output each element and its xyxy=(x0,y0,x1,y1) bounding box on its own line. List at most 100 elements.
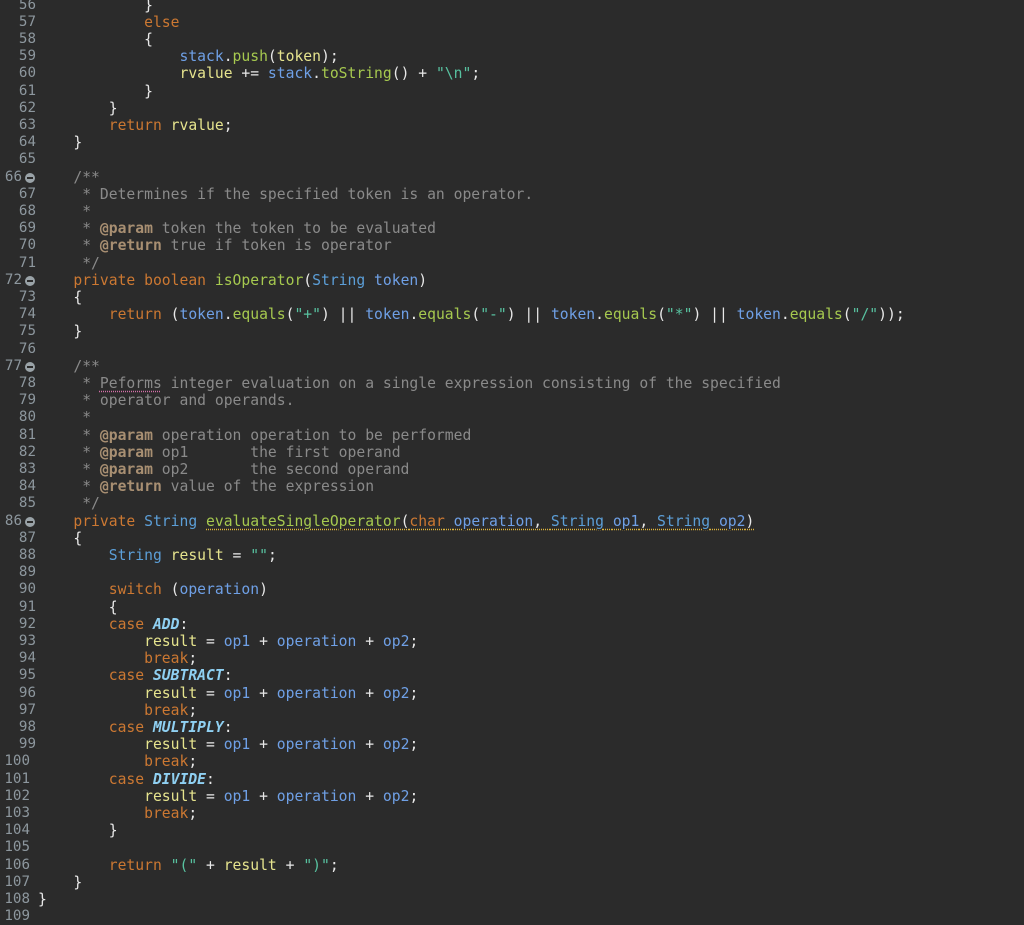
code-line[interactable]: 99 result = op1 + operation + op2; xyxy=(0,736,1024,753)
token-loc: rvalue xyxy=(170,116,224,134)
line-number: 63 xyxy=(18,116,36,133)
code-line[interactable]: 94 break; xyxy=(0,650,1024,667)
code-line[interactable]: 78 * Peforms integer evaluation on a sin… xyxy=(0,375,1024,392)
fold-collapse-icon[interactable] xyxy=(25,516,35,527)
token-pl: ; xyxy=(409,684,419,702)
token-cm: integer evaluation on a single expressio… xyxy=(161,374,781,392)
code-line[interactable]: 86 private String evaluateSingleOperator… xyxy=(0,513,1024,530)
code-line[interactable]: 58 { xyxy=(0,31,1024,48)
fold-collapse-icon[interactable] xyxy=(25,361,35,372)
code-line[interactable]: 91 { xyxy=(0,599,1024,616)
code-line[interactable]: 57 else xyxy=(0,14,1024,31)
code-line[interactable]: 68 * xyxy=(0,203,1024,220)
token-cm: op1 the first operand xyxy=(152,443,401,461)
fold-collapse-icon[interactable] xyxy=(25,275,35,286)
code-editor[interactable]: 56 } 57 else 58 {59 stack.push(token); 60 r… xyxy=(0,0,1024,924)
code-line[interactable]: 104 } xyxy=(0,822,1024,839)
line-number: 71 xyxy=(18,254,36,271)
token-mth: equals xyxy=(604,306,658,324)
code-line[interactable]: 59 stack.push(token); xyxy=(0,48,1024,65)
token-pl: = xyxy=(223,546,251,564)
code-line[interactable]: 93 result = op1 + operation + op2; xyxy=(0,633,1024,650)
code-line[interactable]: 77 /** xyxy=(0,358,1024,375)
token-cm: op2 the second operand xyxy=(152,460,410,478)
line-number: 86 xyxy=(4,512,22,529)
code-line[interactable]: 71 */ xyxy=(0,255,1024,272)
code-text: private boolean isOperator(String token) xyxy=(38,272,427,289)
code-line[interactable]: 105 xyxy=(0,839,1024,856)
code-line[interactable]: 76 xyxy=(0,341,1024,358)
token-pl: . xyxy=(780,306,790,324)
code-line[interactable]: 79 * operator and operands. xyxy=(0,392,1024,409)
token-kw: private xyxy=(73,512,145,530)
code-line[interactable]: 56 } xyxy=(0,0,1024,14)
code-line[interactable]: 102 result = op1 + operation + op2; xyxy=(0,788,1024,805)
token-pl: { xyxy=(73,288,83,306)
code-text: return (token.equals("+") || token.equal… xyxy=(38,306,905,323)
code-line[interactable]: 103 break; xyxy=(0,805,1024,822)
code-line[interactable]: 62 } xyxy=(0,100,1024,117)
code-line[interactable]: 106 return "(" + result + ")"; xyxy=(0,857,1024,874)
code-line[interactable]: 92 case ADD: xyxy=(0,616,1024,633)
code-line[interactable]: 66 /** xyxy=(0,169,1024,186)
code-line[interactable]: 107 } xyxy=(0,874,1024,891)
line-number: 84 xyxy=(18,478,36,495)
token-cm: /** xyxy=(73,168,100,186)
code-line[interactable]: 63 return rvalue; xyxy=(0,117,1024,134)
code-line[interactable]: 80 * xyxy=(0,409,1024,426)
code-line[interactable]: 64 } xyxy=(0,134,1024,151)
code-text: rvalue += stack.toString() + "\n"; xyxy=(38,65,480,82)
code-line[interactable]: 89 xyxy=(0,564,1024,581)
token-pl: : xyxy=(223,667,233,685)
token-str: "/" xyxy=(851,306,879,324)
line-number: 93 xyxy=(18,632,36,649)
token-str: "-" xyxy=(480,306,507,324)
token-fld: operation xyxy=(276,632,357,650)
code-line[interactable]: 85 */ xyxy=(0,495,1024,512)
code-text: } xyxy=(38,874,82,891)
code-line[interactable]: 75 } xyxy=(0,323,1024,340)
token-pl: } xyxy=(144,0,153,14)
token-mth: equals xyxy=(232,306,286,324)
token-tag: @return xyxy=(99,478,162,496)
line-number: 80 xyxy=(18,409,36,426)
token-fld: operation xyxy=(179,581,260,599)
code-line[interactable]: 88 String result = ""; xyxy=(0,547,1024,564)
fold-collapse-icon[interactable] xyxy=(25,172,35,183)
line-number: 82 xyxy=(18,443,36,460)
code-line[interactable]: 108} xyxy=(0,891,1024,908)
line-number: 83 xyxy=(18,460,36,477)
code-line[interactable]: 95 case SUBTRACT: xyxy=(0,667,1024,684)
code-line[interactable]: 84 * @return value of the expression xyxy=(0,478,1024,495)
code-line[interactable]: 101 case DIVIDE: xyxy=(0,771,1024,788)
code-line[interactable]: 100 break; xyxy=(0,753,1024,770)
token-pl: ; xyxy=(223,116,233,134)
code-line[interactable]: 70 * @return true if token is operator xyxy=(0,237,1024,254)
code-line[interactable]: 97 break; xyxy=(0,702,1024,719)
code-line[interactable]: 61 } xyxy=(0,83,1024,100)
code-line[interactable]: 81 * @param operation operation to be pe… xyxy=(0,427,1024,444)
code-line[interactable]: 65 xyxy=(0,151,1024,168)
code-line[interactable]: 83 * @param op2 the second operand xyxy=(0,461,1024,478)
code-line[interactable]: 109 xyxy=(0,908,1024,925)
code-line[interactable]: 69 * @param token the token to be evalua… xyxy=(0,220,1024,237)
code-line[interactable]: 98 case MULTIPLY: xyxy=(0,719,1024,736)
token-pl: } xyxy=(108,822,118,840)
code-line[interactable]: 90 switch (operation) xyxy=(0,581,1024,598)
token-fld: op2 xyxy=(718,512,746,530)
token-pl: ( xyxy=(842,306,852,324)
code-line[interactable]: 73 { xyxy=(0,289,1024,306)
token-pl: () + xyxy=(391,65,436,83)
code-line[interactable]: 96 result = op1 + operation + op2; xyxy=(0,685,1024,702)
line-number: 101 xyxy=(4,770,30,787)
code-line[interactable]: 60 rvalue += stack.toString() + "\n"; xyxy=(0,65,1024,82)
token-fld: token xyxy=(550,306,596,324)
code-line[interactable]: 82 * @param op1 the first operand xyxy=(0,444,1024,461)
code-line[interactable]: 87 { xyxy=(0,530,1024,547)
token-str: "*" xyxy=(665,306,693,324)
code-line[interactable]: 74 return (token.equals("+") || token.eq… xyxy=(0,306,1024,323)
code-line[interactable]: 67 * Determines if the specified token i… xyxy=(0,186,1024,203)
token-pl: } xyxy=(38,890,47,908)
code-line[interactable]: 72 private boolean isOperator(String tok… xyxy=(0,272,1024,289)
